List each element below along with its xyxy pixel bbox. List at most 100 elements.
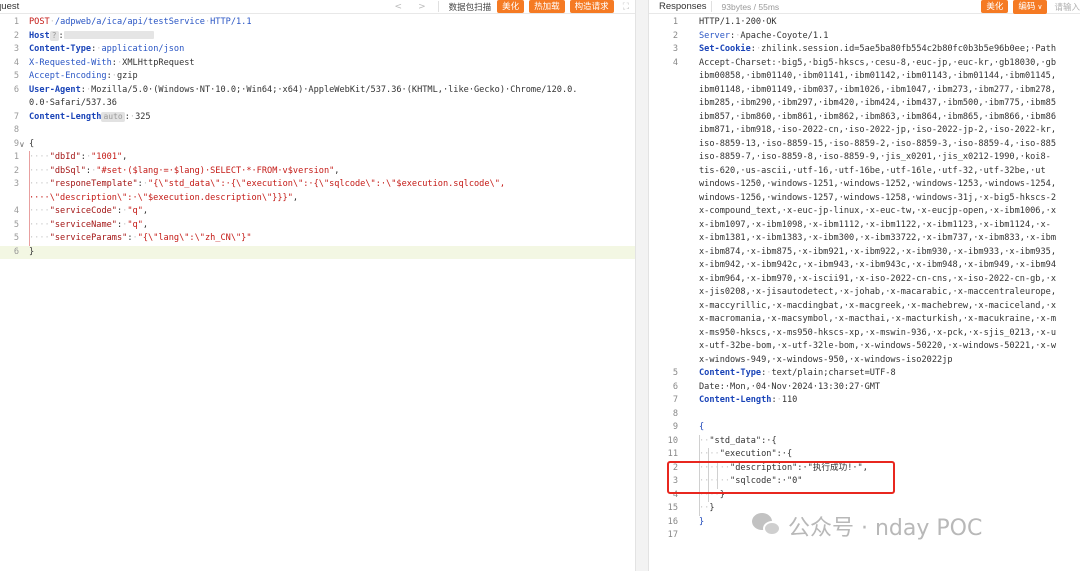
hint-badge: ? bbox=[49, 30, 59, 41]
line-number: 1 bbox=[13, 17, 19, 27]
token: x-ms950-hkscs,·x-ms950-hkscs-xp,·x-mswin… bbox=[699, 327, 1056, 338]
token: ····\"description\":·\"$execution.descri… bbox=[29, 192, 293, 203]
line-text: x-ibm1381,·x-ibm1383,·x-ibm300,·x-ibm337… bbox=[699, 232, 1056, 246]
packet-scan-button[interactable]: 数据包扫描 bbox=[449, 1, 492, 13]
line-text: ····"serviceName":·"q", bbox=[29, 219, 148, 233]
token: text/plain;charset=UTF-8 bbox=[771, 368, 896, 378]
code-line: ibm00858,·ibm01140,·ibm01141,·ibm01142,·… bbox=[649, 70, 1080, 84]
line-number: 3 bbox=[13, 179, 19, 189]
line-text: x-compound_text,·x-euc-jp-linux,·x-euc-t… bbox=[699, 205, 1056, 219]
request-toolbar: quest < > 数据包扫描 美化 热加载 构造请求 ⛶ bbox=[0, 0, 635, 14]
token: "responeTemplate" bbox=[49, 179, 138, 189]
build-request-button[interactable]: 构造请求 bbox=[569, 0, 614, 13]
line-number: 11 bbox=[667, 449, 678, 459]
token: iso-8859-7,·iso-8859-8,·iso-8859-9,·jis_… bbox=[699, 152, 1051, 162]
token: "std_data":·{ bbox=[709, 435, 777, 446]
response-title: Responses bbox=[659, 1, 707, 12]
code-line: 8 bbox=[0, 124, 635, 138]
beautify-button[interactable]: 美化 bbox=[981, 0, 1009, 13]
line-text: ··"std_data":·{ bbox=[699, 435, 777, 449]
line-text: Date:·Mon,·04·Nov·2024·13:30:27·GMT bbox=[699, 381, 880, 395]
token: Content-Length bbox=[29, 111, 102, 122]
token: x-macromania,·x-macsymbol,·x-macthai,·x-… bbox=[699, 314, 1056, 324]
token: , bbox=[292, 192, 299, 203]
token: ibm00858,·ibm01140,·ibm01141,·ibm01142,·… bbox=[699, 71, 1056, 81]
code-line: 6 Date:·Mon,·04·Nov·2024·13:30:27·GMT bbox=[649, 381, 1080, 395]
request-editor[interactable]: 1 POST·/adpweb/a/ica/api/testService·HTTP… bbox=[0, 16, 635, 571]
line-text: x-windows-949,·x-windows-950,·x-windows-… bbox=[699, 354, 953, 368]
token: , bbox=[122, 152, 128, 162]
line-text: x-ibm1097,·x-ibm1098,·x-ibm1112,·x-ibm11… bbox=[699, 219, 1051, 233]
line-text: User-Agent:·Mozilla/5.0·(Windows·NT·10.0… bbox=[29, 84, 577, 98]
token: x-utf-32be-bom,·x-utf-32le-bom,·x-window… bbox=[699, 341, 1056, 351]
line-number: 17 bbox=[667, 530, 678, 540]
token: /adpweb/a/ica/api/testService bbox=[54, 17, 205, 27]
code-line: 3 Set-Cookie:·zhilink.session.id=5ae5ba80… bbox=[649, 43, 1080, 57]
line-text: Content-Length auto:·325 bbox=[29, 111, 151, 125]
token: Mozilla/5.0·(Windows·NT·10.0;·Win64;·x64… bbox=[91, 84, 578, 95]
encoding-dropdown[interactable]: 编码 ∨ bbox=[1013, 0, 1048, 14]
token: ···· bbox=[29, 179, 50, 189]
beautify-button[interactable]: 美化 bbox=[497, 0, 525, 13]
line-number: 16 bbox=[667, 516, 678, 527]
line-number: 2 bbox=[13, 30, 19, 41]
line-number: 4 bbox=[672, 57, 678, 68]
token: "dbId" bbox=[49, 152, 81, 162]
line-number: 8 bbox=[672, 408, 678, 419]
request-pane: quest < > 数据包扫描 美化 热加载 构造请求 ⛶ 1 POST·/adp… bbox=[0, 0, 636, 571]
line-number: 4 bbox=[13, 206, 19, 216]
code-line: ibm871,·ibm918,·iso-2022-cn,·iso-2022-jp… bbox=[649, 124, 1080, 138]
token: application/json bbox=[101, 44, 185, 54]
line-text: windows-1250,·windows-1251,·windows-1252… bbox=[699, 178, 1056, 192]
expand-icon[interactable]: ⛶ bbox=[623, 2, 629, 12]
hot-reload-button[interactable]: 热加载 bbox=[529, 0, 565, 13]
code-line: 5 ····"serviceName":·"q", bbox=[0, 219, 635, 233]
pane-divider[interactable] bbox=[636, 0, 648, 571]
token: x-ibm1381,·x-ibm1383,·x-ibm300,·x-ibm337… bbox=[699, 233, 1056, 243]
prev-arrow-icon[interactable]: < bbox=[387, 2, 411, 12]
line-number: 6 bbox=[13, 84, 19, 95]
search-input[interactable]: 请输入 bbox=[1054, 1, 1080, 13]
token: windows-1250,·windows-1251,·windows-1252… bbox=[699, 179, 1056, 189]
code-line: ibm857,·ibm860,·ibm861,·ibm862,·ibm863,·… bbox=[649, 111, 1080, 125]
highlight-box bbox=[667, 461, 895, 494]
token: "1001" bbox=[91, 152, 123, 162]
code-line: 4 ····"serviceCode":·"q", bbox=[0, 205, 635, 219]
token: Accept-Encoding bbox=[29, 71, 107, 81]
next-arrow-icon[interactable]: > bbox=[410, 2, 434, 12]
token: "serviceCode" bbox=[49, 206, 117, 216]
token: ···· bbox=[29, 165, 50, 176]
token: HTTP/1.1·200·OK bbox=[699, 17, 777, 27]
code-line: x-ibm874,·x-ibm875,·x-ibm921,·x-ibm922,·… bbox=[649, 246, 1080, 260]
code-line: 7 Content-Length auto:·325 bbox=[0, 111, 635, 125]
token: x-jis0208,·x-jisautodetect,·x-johab,·x-m… bbox=[699, 287, 1056, 297]
token: ibm01148,·ibm01149,·ibm037,·ibm1026,·ibm… bbox=[699, 84, 1056, 95]
line-number: 4 bbox=[13, 57, 19, 68]
line-text: Content-Type:·application/json bbox=[29, 43, 184, 57]
token: "dbSql" bbox=[49, 165, 86, 176]
line-number: 1 bbox=[13, 152, 19, 162]
token: User-Agent bbox=[29, 84, 81, 95]
line-text: X-Requested-With:·XMLHttpRequest bbox=[29, 57, 195, 71]
fold-chevron-icon[interactable]: ∨ bbox=[19, 138, 25, 152]
line-number: 9 bbox=[672, 422, 678, 432]
code-line: x-ibm942,·x-ibm942c,·x-ibm943,·x-ibm943c… bbox=[649, 259, 1080, 273]
line-text: Accept-Encoding:·gzip bbox=[29, 70, 138, 84]
line-number: 6 bbox=[13, 246, 19, 257]
line-text: ··} bbox=[699, 502, 715, 516]
line-number: 5 bbox=[13, 219, 19, 230]
code-line: ibm285,·ibm290,·ibm297,·ibm420,·ibm424,·… bbox=[649, 97, 1080, 111]
token: "{\"std_data\":·{\"execution\":·{\"sqlco… bbox=[148, 179, 506, 189]
line-text: ····"dbSql":·"#set·($lang·=·$lang)·SELEC… bbox=[29, 165, 339, 179]
token: 0.0·Safari/537.36 bbox=[29, 98, 117, 108]
redacted-host bbox=[63, 31, 154, 39]
line-number: 5 bbox=[13, 233, 19, 243]
watermark-text: 公众号 · nday POC bbox=[788, 516, 983, 541]
code-line: 4 Accept-Charset:·big5,·big5-hkscs,·cesu-… bbox=[649, 57, 1080, 71]
line-text: } bbox=[699, 516, 704, 530]
code-line: 1 HTTP/1.1·200·OK bbox=[649, 16, 1080, 30]
line-text: ····"serviceCode":·"q", bbox=[29, 205, 148, 219]
token: ···· bbox=[29, 233, 50, 243]
line-text: x-ibm942,·x-ibm942c,·x-ibm943,·x-ibm943c… bbox=[699, 259, 1056, 273]
token: ·· bbox=[699, 503, 710, 513]
